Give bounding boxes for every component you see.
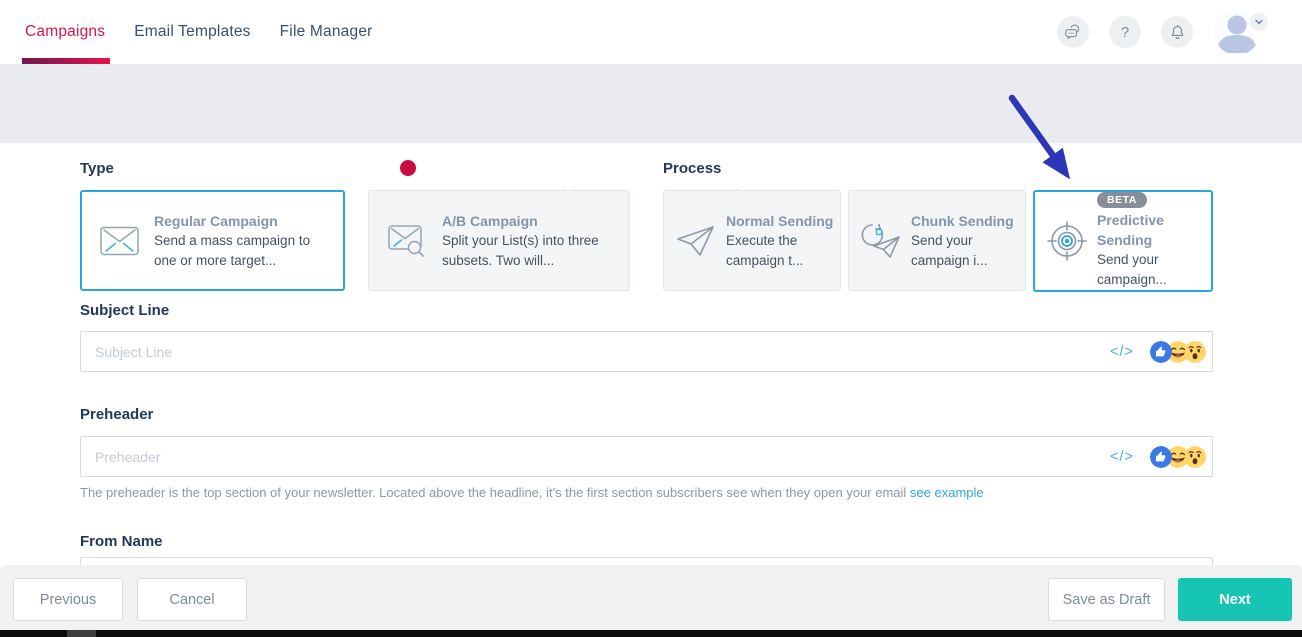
subject-line-input[interactable] [80, 331, 1213, 372]
step-dot-summary[interactable] [887, 160, 903, 176]
footer-bar: Previous Cancel Save as Draft Next [0, 565, 1302, 630]
see-example-link[interactable]: see example [910, 485, 984, 500]
like-emoji-icon[interactable] [1150, 341, 1172, 363]
card-description: Send your campaign... [1097, 250, 1209, 290]
step-dot-setup[interactable] [400, 160, 416, 176]
code-icon[interactable]: </> [1110, 449, 1134, 465]
bottom-edge-bar [0, 630, 1302, 637]
card-normal-sending[interactable]: Normal Sending Execute the campaign t... [663, 190, 841, 291]
card-predictive-sending[interactable]: BETA Predictive Sending Send your campai… [1033, 190, 1213, 292]
step-dot-design[interactable] [725, 160, 741, 176]
process-heading: Process [663, 160, 721, 177]
subject-line-label: Subject Line [80, 302, 169, 319]
help-glyph: ? [1121, 24, 1129, 41]
preheader-helper-text: The preheader is the top section of your… [80, 485, 984, 500]
chunk-plane-icon [857, 219, 905, 263]
stepper-band: Setup Recipients Design Summary [0, 64, 1302, 143]
help-icon[interactable]: ? [1109, 16, 1141, 48]
bottom-edge-segment [67, 630, 96, 637]
notifications-icon[interactable] [1161, 16, 1193, 48]
card-description: Split your List(s) into three subsets. T… [442, 231, 617, 271]
card-title: Chunk Sending [911, 211, 1023, 231]
chevron-down-icon[interactable] [1248, 11, 1270, 33]
paper-plane-icon [672, 224, 720, 258]
save-as-draft-button[interactable]: Save as Draft [1048, 578, 1165, 621]
helper-text: The preheader is the top section of your… [80, 485, 910, 500]
target-icon [1043, 219, 1091, 263]
from-name-label: From Name [80, 533, 163, 550]
card-title: Regular Campaign [154, 211, 329, 231]
preheader-label: Preheader [80, 406, 153, 423]
main-nav: Campaigns Email Templates File Manager [25, 0, 373, 64]
beta-badge: BETA [1097, 192, 1147, 208]
nav-item-email-templates[interactable]: Email Templates [134, 23, 250, 41]
envelope-icon [100, 226, 139, 256]
stepper-line [408, 165, 896, 169]
nav-item-file-manager[interactable]: File Manager [280, 23, 373, 41]
card-title: Predictive Sending [1097, 210, 1209, 250]
card-title: A/B Campaign [442, 211, 617, 231]
chat-icon[interactable] [1057, 16, 1089, 48]
preheader-input[interactable] [80, 436, 1213, 477]
card-title: Normal Sending [726, 211, 838, 231]
card-regular-campaign[interactable]: Regular Campaign Send a mass campaign to… [80, 190, 345, 291]
code-icon[interactable]: </> [1110, 344, 1134, 360]
card-description: Send a mass campaign to one or more targ… [154, 231, 329, 271]
cancel-button[interactable]: Cancel [137, 578, 247, 621]
like-emoji-icon[interactable] [1150, 446, 1172, 468]
next-button[interactable]: Next [1178, 578, 1292, 621]
type-heading: Type [80, 160, 114, 177]
card-ab-campaign[interactable]: A/B Campaign Split your List(s) into thr… [368, 190, 630, 291]
card-description: Execute the campaign t... [726, 231, 838, 271]
top-bar: Campaigns Email Templates File Manager ? [0, 0, 1302, 64]
previous-button[interactable]: Previous [13, 578, 123, 621]
step-dot-recipients[interactable] [562, 160, 578, 176]
card-description: Send your campaign i... [911, 231, 1023, 271]
envelope-search-icon [387, 223, 427, 259]
nav-item-campaigns[interactable]: Campaigns [25, 23, 105, 41]
card-chunk-sending[interactable]: Chunk Sending Send your campaign i... [848, 190, 1026, 291]
